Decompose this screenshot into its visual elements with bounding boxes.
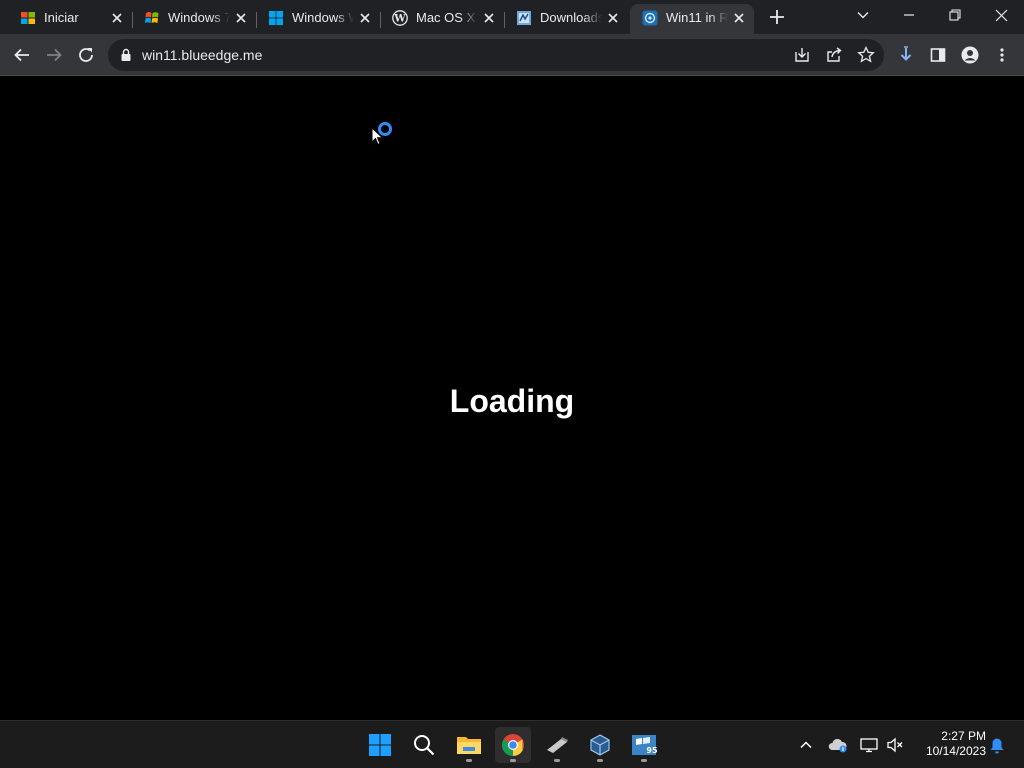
download-arrow-icon bbox=[900, 46, 912, 61]
clock-time: 2:27 PM bbox=[941, 729, 986, 743]
close-tab-icon[interactable] bbox=[234, 11, 248, 25]
browser-toolbar: win11.blueedge.me bbox=[0, 34, 1024, 76]
volume-tray-button[interactable] bbox=[885, 735, 905, 755]
loading-text: Loading bbox=[449, 383, 575, 419]
close-window-button[interactable] bbox=[978, 0, 1024, 30]
restore-icon bbox=[949, 9, 961, 21]
bookmark-star-icon[interactable] bbox=[856, 45, 876, 65]
extension-button[interactable] bbox=[894, 43, 918, 67]
tab-iniciar[interactable]: Iniciar bbox=[8, 4, 133, 34]
tab-title: Mac OS X L bbox=[416, 10, 478, 25]
windows95-icon: 95 bbox=[632, 735, 657, 755]
onedrive-tray-button[interactable] bbox=[828, 735, 848, 755]
reload-button[interactable] bbox=[74, 43, 98, 67]
clock-date: 10/14/2023 bbox=[925, 744, 986, 758]
forward-button[interactable] bbox=[42, 43, 66, 67]
tab-windows-w[interactable]: Windows W bbox=[256, 4, 381, 34]
running-indicator bbox=[554, 759, 560, 762]
chevron-up-icon bbox=[800, 741, 812, 749]
file-explorer-icon bbox=[457, 737, 481, 754]
running-indicator bbox=[597, 759, 603, 762]
more-vert-icon bbox=[1000, 48, 1004, 62]
close-icon bbox=[995, 9, 1007, 21]
downloads-site-icon bbox=[517, 11, 531, 25]
usb-drive-button[interactable] bbox=[539, 727, 575, 763]
back-button[interactable] bbox=[10, 43, 34, 67]
close-tab-icon[interactable] bbox=[732, 11, 746, 25]
reload-icon bbox=[79, 48, 93, 62]
virtualbox-button[interactable] bbox=[582, 727, 618, 763]
minimize-button[interactable] bbox=[886, 0, 932, 30]
file-explorer-button[interactable] bbox=[451, 727, 487, 763]
wordpress-icon: W bbox=[392, 10, 408, 26]
lock-icon[interactable] bbox=[120, 48, 132, 62]
tab-title: Win11 in R bbox=[666, 10, 728, 25]
address-bar[interactable]: win11.blueedge.me bbox=[108, 39, 884, 71]
start-icon bbox=[369, 734, 391, 756]
chrome-button[interactable] bbox=[495, 727, 531, 763]
network-tray-button[interactable] bbox=[859, 735, 879, 755]
install-app-icon[interactable] bbox=[792, 45, 812, 65]
clock[interactable]: 2:27 PM 10/14/2023 bbox=[910, 729, 986, 759]
running-indicator bbox=[466, 759, 472, 762]
chevron-down-icon bbox=[857, 12, 869, 19]
tab-title: Iniciar bbox=[44, 10, 79, 25]
close-tab-icon[interactable] bbox=[606, 11, 620, 25]
restore-button[interactable] bbox=[932, 0, 978, 30]
usb-drive-icon bbox=[547, 737, 568, 753]
chrome-icon bbox=[502, 734, 524, 756]
tab-downloads[interactable]: Downloads bbox=[504, 4, 628, 34]
minimize-icon bbox=[904, 14, 914, 16]
profile-button[interactable] bbox=[958, 43, 982, 67]
side-panel-icon bbox=[930, 48, 946, 62]
svg-text:W: W bbox=[393, 14, 406, 25]
url-text[interactable]: win11.blueedge.me bbox=[142, 47, 262, 63]
close-tab-icon[interactable] bbox=[110, 11, 124, 25]
notifications-button[interactable] bbox=[987, 735, 1007, 755]
running-indicator bbox=[641, 759, 647, 762]
tab-title: Windows W bbox=[292, 10, 354, 25]
close-tab-icon[interactable] bbox=[482, 11, 496, 25]
windows95-app-button[interactable]: 95 bbox=[626, 727, 662, 763]
arrow-left-icon bbox=[14, 48, 29, 62]
windows11-logo-icon bbox=[269, 11, 283, 25]
bell-icon bbox=[990, 738, 1004, 753]
windows-flag-icon bbox=[21, 12, 35, 24]
tab-strip: Iniciar Windows 7 Windows W W Mac OS X L bbox=[0, 0, 1024, 34]
menu-button[interactable] bbox=[990, 43, 1014, 67]
search-icon bbox=[414, 735, 435, 756]
cloud-sync-icon bbox=[828, 738, 847, 753]
speaker-muted-icon bbox=[887, 737, 903, 753]
running-indicator bbox=[510, 759, 516, 762]
busy-spinner-icon bbox=[378, 122, 392, 136]
profile-icon bbox=[961, 46, 979, 64]
page-content: Loading bbox=[0, 77, 1024, 720]
react-logo-icon bbox=[642, 10, 658, 26]
tab-title: Downloads bbox=[540, 10, 602, 25]
tab-mac-os-x[interactable]: W Mac OS X L bbox=[380, 4, 505, 34]
windows7-flag-icon bbox=[145, 12, 159, 23]
tab-search-button[interactable] bbox=[840, 0, 886, 30]
virtualbox-icon bbox=[590, 734, 610, 756]
start-button[interactable] bbox=[362, 727, 398, 763]
tab-title: Windows 7 bbox=[168, 10, 230, 25]
network-icon bbox=[860, 738, 878, 753]
close-tab-icon[interactable] bbox=[358, 11, 372, 25]
new-tab-icon[interactable] bbox=[766, 6, 788, 28]
search-button[interactable] bbox=[406, 727, 442, 763]
arrow-right-icon bbox=[47, 48, 62, 62]
show-hidden-icons-button[interactable] bbox=[796, 735, 816, 755]
svg-text:95: 95 bbox=[646, 746, 657, 755]
taskbar: 95 2:27 PM 10/14/2023 bbox=[0, 720, 1024, 768]
tab-windows-7[interactable]: Windows 7 bbox=[132, 4, 257, 34]
side-panel-button[interactable] bbox=[926, 43, 950, 67]
tab-win11-in-react[interactable]: Win11 in R bbox=[630, 4, 754, 34]
share-icon[interactable] bbox=[824, 45, 844, 65]
